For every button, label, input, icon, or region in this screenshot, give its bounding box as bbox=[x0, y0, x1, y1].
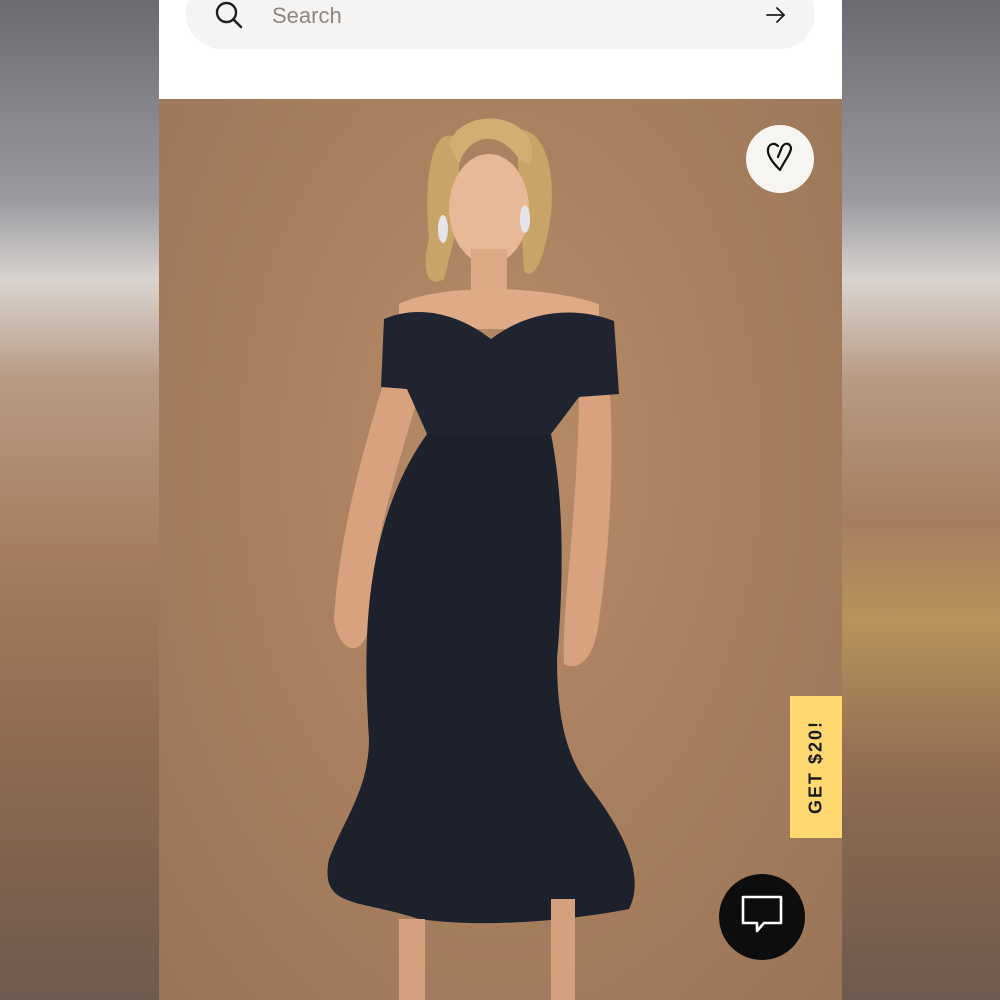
app-screen: GET $20! bbox=[159, 0, 842, 1000]
promo-label: GET $20! bbox=[805, 719, 826, 815]
heart-icon bbox=[765, 140, 795, 179]
arrow-right-icon[interactable] bbox=[764, 3, 788, 27]
promo-tab[interactable]: GET $20! bbox=[790, 696, 842, 838]
backdrop-left bbox=[0, 0, 159, 1000]
chat-button[interactable] bbox=[719, 874, 805, 960]
backdrop-right bbox=[842, 0, 1000, 1000]
search-icon[interactable] bbox=[214, 0, 244, 30]
search-bar[interactable] bbox=[186, 0, 815, 49]
wishlist-button[interactable] bbox=[746, 125, 814, 193]
product-photo bbox=[327, 118, 635, 1000]
chat-bubble-icon bbox=[740, 894, 784, 941]
product-image[interactable]: GET $20! bbox=[159, 99, 842, 1000]
search-input[interactable] bbox=[270, 0, 734, 32]
